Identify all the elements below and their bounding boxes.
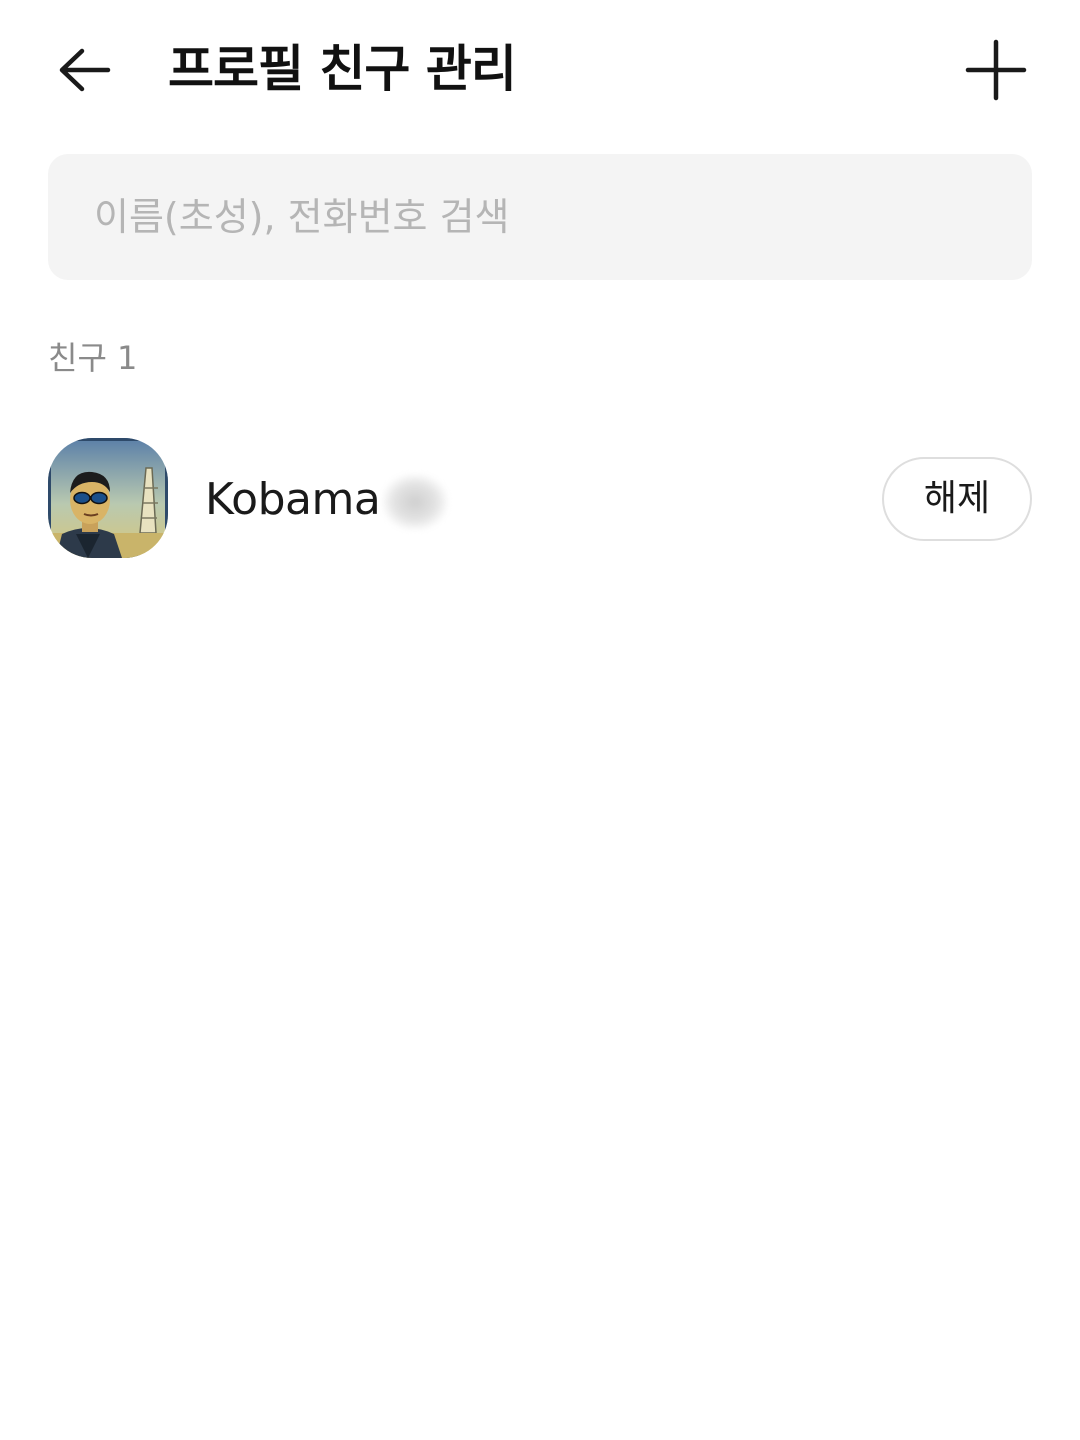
add-friend-button[interactable] <box>960 36 1032 104</box>
search-input[interactable] <box>94 154 994 280</box>
friend-name[interactable]: Kobama <box>205 470 449 530</box>
friend-name-text: Kobama <box>205 474 381 525</box>
plus-icon <box>965 39 1027 101</box>
header: 프로필 친구 관리 <box>0 0 1080 140</box>
unfriend-button[interactable]: 해제 <box>882 457 1032 541</box>
arrow-left-icon <box>59 48 111 92</box>
friend-list-item[interactable]: Kobama 해제 <box>0 420 1080 580</box>
search-box[interactable] <box>48 154 1032 280</box>
page-title: 프로필 친구 관리 <box>168 40 517 98</box>
back-button[interactable] <box>48 36 120 104</box>
profile-friends-screen: 프로필 친구 관리 친구 1 <box>0 0 1080 1440</box>
profile-photo <box>48 438 168 558</box>
blurred-name-suffix <box>382 474 449 530</box>
friends-count-label: 친구 1 <box>48 339 138 377</box>
friend-avatar[interactable] <box>48 438 168 558</box>
